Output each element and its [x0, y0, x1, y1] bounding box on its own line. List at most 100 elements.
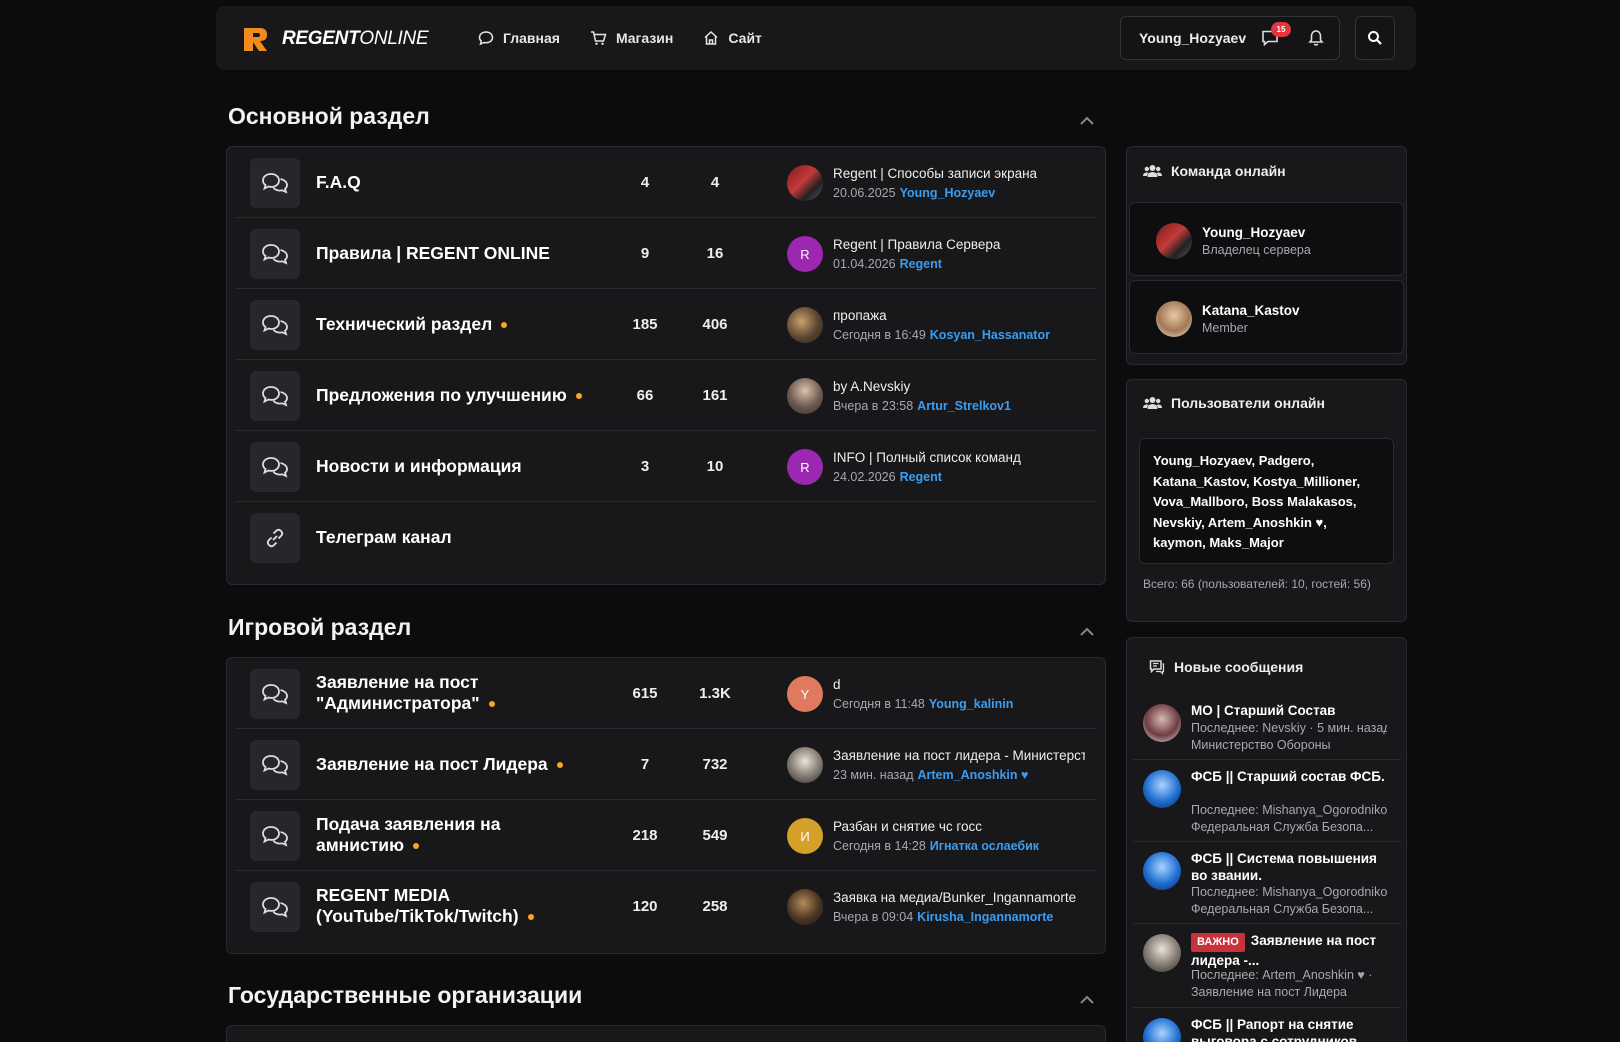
- search-button[interactable]: [1355, 16, 1395, 60]
- avatar[interactable]: Y: [787, 676, 823, 712]
- new-post-item[interactable]: ФСБ || Система повышения во звании. Посл…: [1133, 842, 1401, 924]
- chat-bubble-icon: [478, 31, 494, 46]
- nav-site-label: Сайт: [728, 30, 762, 46]
- forum-row[interactable]: Подача заявления на амнистию 218 549 И Р…: [235, 800, 1097, 871]
- last-thread-title[interactable]: Разбан и снятие чс госс: [833, 819, 1085, 834]
- forum-title[interactable]: REGENT MEDIA (YouTube/TikTok/Twitch): [316, 885, 576, 927]
- messages-count: 258: [702, 898, 728, 915]
- forum-row[interactable]: Заявление на пост "Администратора" 615 1…: [235, 658, 1097, 729]
- forum-chat-icon: [250, 811, 300, 861]
- forum-title-text[interactable]: REGENT MEDIA (YouTube/TikTok/Twitch): [316, 885, 519, 926]
- nav-shop[interactable]: Магазин: [590, 30, 673, 46]
- forum-title[interactable]: Заявление на пост "Администратора": [316, 672, 536, 714]
- new-post-item[interactable]: ФСБ || Старший состав ФСБ. Последнее: Mi…: [1133, 760, 1401, 842]
- forum-title-text[interactable]: F.A.Q: [316, 172, 361, 192]
- post-forum[interactable]: Заявление на пост Лидера: [1191, 984, 1387, 1001]
- staff-member[interactable]: Young_Hozyaev Владелец сервера: [1129, 202, 1404, 276]
- new-post-item[interactable]: ВАЖНО Заявление на пост лидера -... После…: [1133, 924, 1401, 1008]
- forum-title[interactable]: Предложения по улучшению: [316, 385, 582, 406]
- avatar[interactable]: [1156, 301, 1192, 337]
- last-post-user[interactable]: Kirusha_Ingannamorte: [917, 910, 1053, 924]
- last-thread-title[interactable]: пропажа: [833, 308, 1085, 323]
- forum-title-text[interactable]: Новости и информация: [316, 456, 522, 476]
- logo[interactable]: REGENTONLINE: [240, 24, 429, 54]
- post-title[interactable]: ФСБ || Система повышения во звании.: [1191, 850, 1391, 884]
- nav-site[interactable]: Сайт: [703, 30, 762, 46]
- avatar[interactable]: [1156, 223, 1192, 259]
- chevron-up-icon[interactable]: [1078, 623, 1096, 641]
- forum-title-text[interactable]: Технический раздел: [316, 314, 492, 334]
- forum-row[interactable]: Заявление на пост Лидера 7 732 Заявление…: [235, 729, 1097, 800]
- avatar[interactable]: R: [787, 236, 823, 272]
- post-title[interactable]: ВАЖНО Заявление на пост лидера -...: [1191, 932, 1391, 969]
- forum-title-text[interactable]: Телеграм канал: [316, 527, 452, 547]
- last-post-user[interactable]: Kosyan_Hassanator: [930, 328, 1050, 342]
- forum-row[interactable]: Новости и информация 3 10 R INFO | Полны…: [235, 431, 1097, 502]
- new-post-item[interactable]: МО | Старший Состав Последнее: Nevskiy ·…: [1133, 694, 1401, 760]
- last-thread-title[interactable]: INFO | Полный список команд: [833, 450, 1085, 465]
- forum-row[interactable]: Предложения по улучшению 66 161 by A.Nev…: [235, 360, 1097, 431]
- last-thread-title[interactable]: Заявка на медиа/Bunker_Ingannamorte: [833, 890, 1085, 905]
- post-forum[interactable]: Министерство Обороны: [1191, 737, 1387, 754]
- post-title[interactable]: ФСБ || Рапорт на снятие выговора с сотру…: [1191, 1016, 1391, 1042]
- bell-icon[interactable]: [1307, 29, 1325, 47]
- avatar[interactable]: [787, 165, 823, 201]
- forum-title[interactable]: F.A.Q: [316, 172, 361, 193]
- forum-row[interactable]: F.A.Q 4 4 Regent | Способы записи экрана…: [235, 147, 1097, 218]
- avatar[interactable]: [1143, 1018, 1181, 1042]
- last-thread-title[interactable]: by A.Nevskiy: [833, 379, 1085, 394]
- last-post-date: Сегодня в 16:49: [833, 328, 926, 342]
- last-post-user[interactable]: Игнатка ослаебик: [930, 839, 1039, 853]
- last-thread-title[interactable]: Regent | Способы записи экрана: [833, 166, 1085, 181]
- forum-title[interactable]: Новости и информация: [316, 456, 522, 477]
- post-title[interactable]: ФСБ || Старший состав ФСБ.: [1191, 768, 1391, 785]
- forum-title[interactable]: Подача заявления на амнистию: [316, 814, 546, 856]
- avatar[interactable]: [1143, 934, 1181, 972]
- avatar[interactable]: [787, 307, 823, 343]
- forum-row[interactable]: Технический раздел 185 406 пропажа Сегод…: [235, 289, 1097, 360]
- forum-title[interactable]: Правила | REGENT ONLINE: [316, 243, 550, 264]
- last-thread-title[interactable]: d: [833, 677, 1085, 692]
- avatar[interactable]: R: [787, 449, 823, 485]
- post-forum[interactable]: Федеральная Служба Безопа...: [1191, 901, 1387, 918]
- forum-title-text[interactable]: Заявление на пост "Администратора": [316, 672, 480, 713]
- avatar[interactable]: [787, 378, 823, 414]
- chevron-up-icon[interactable]: [1078, 112, 1096, 130]
- chevron-up-icon[interactable]: [1078, 991, 1096, 1009]
- forum-title-text[interactable]: Правила | REGENT ONLINE: [316, 243, 550, 263]
- avatar[interactable]: [1143, 704, 1181, 742]
- avatar[interactable]: И: [787, 818, 823, 854]
- last-post-user[interactable]: Young_Hozyaev: [900, 186, 996, 200]
- online-users-list[interactable]: Young_Hozyaev, Padgero, Katana_Kastov, K…: [1139, 438, 1394, 564]
- last-post-user[interactable]: Regent: [900, 257, 942, 271]
- avatar[interactable]: [1143, 770, 1181, 808]
- staff-member[interactable]: Katana_Kastov Member: [1129, 280, 1404, 354]
- last-post-user[interactable]: Artur_Strelkov1: [917, 399, 1011, 413]
- new-post-item[interactable]: ФСБ || Рапорт на снятие выговора с сотру…: [1133, 1008, 1401, 1042]
- section-title: Игровой раздел: [228, 614, 412, 640]
- last-thread-title[interactable]: Заявление на пост лидера - Министерство: [833, 748, 1085, 763]
- forum-title[interactable]: Телеграм канал: [316, 527, 452, 548]
- user-menu[interactable]: Young_Hozyaev 15: [1120, 16, 1340, 60]
- avatar[interactable]: [787, 747, 823, 783]
- last-post-user[interactable]: Artem_Anoshkin ♥: [918, 768, 1029, 782]
- forum-title[interactable]: Заявление на пост Лидера: [316, 754, 563, 775]
- forum-title-text[interactable]: Подача заявления на амнистию: [316, 814, 500, 855]
- forum-title-text[interactable]: Предложения по улучшению: [316, 385, 567, 405]
- avatar[interactable]: [787, 889, 823, 925]
- member-name[interactable]: Katana_Kastov: [1202, 303, 1300, 318]
- forum-row[interactable]: Правила | REGENT ONLINE 9 16 R Regent | …: [235, 218, 1097, 289]
- last-post-user[interactable]: Regent: [900, 470, 942, 484]
- post-title[interactable]: МО | Старший Состав: [1191, 702, 1391, 719]
- forum-title-text[interactable]: Заявление на пост Лидера: [316, 754, 548, 774]
- avatar[interactable]: [1143, 852, 1181, 890]
- member-name[interactable]: Young_Hozyaev: [1202, 225, 1305, 240]
- last-thread-title[interactable]: Regent | Правила Сервера: [833, 237, 1085, 252]
- forum-row-link[interactable]: Телеграм канал: [235, 502, 1097, 573]
- forum-row[interactable]: REGENT MEDIA (YouTube/TikTok/Twitch) 120…: [235, 871, 1097, 942]
- forum-title[interactable]: Технический раздел: [316, 314, 508, 335]
- post-forum[interactable]: Федеральная Служба Безопа...: [1191, 819, 1387, 836]
- last-post-user[interactable]: Young_kalinin: [929, 697, 1014, 711]
- nav-home[interactable]: Главная: [478, 30, 560, 46]
- username[interactable]: Young_Hozyaev: [1139, 30, 1246, 46]
